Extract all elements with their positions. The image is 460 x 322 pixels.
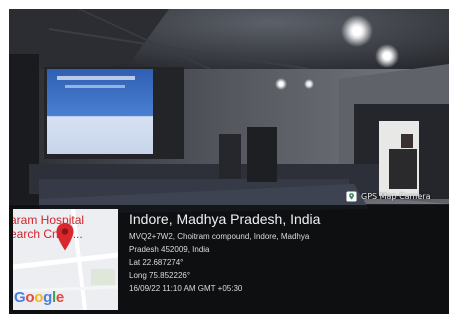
conference-hall-photo: GPS Map Camera aram Hospital earch Cntre…: [9, 9, 449, 314]
latitude: Lat 22.687274°: [129, 258, 184, 267]
gps-map-camera-badge: GPS Map Camera: [346, 188, 430, 204]
google-logo: Google: [14, 289, 64, 306]
map-marker-square-icon: [346, 190, 357, 202]
geotag-info-panel: aram Hospital earch Cntre... Google Indo…: [9, 205, 449, 314]
gps-map-camera-label: GPS Map Camera: [361, 191, 431, 201]
map-thumbnail: aram Hospital earch Cntre... Google: [13, 209, 118, 310]
longitude: Long 75.852226°: [129, 271, 191, 280]
timestamp: 16/09/22 11:10 AM GMT +05:30: [129, 284, 243, 293]
location-details: Indore, Madhya Pradesh, India MVQ2+7W2, …: [129, 210, 445, 295]
address-line-1: MVQ2+7W2, Choitram compound, Indore, Mad…: [129, 232, 310, 241]
location-title: Indore, Madhya Pradesh, India: [129, 211, 321, 227]
address-line-2: Pradesh 452009, India: [129, 245, 210, 254]
map-pin-icon: [56, 223, 74, 251]
